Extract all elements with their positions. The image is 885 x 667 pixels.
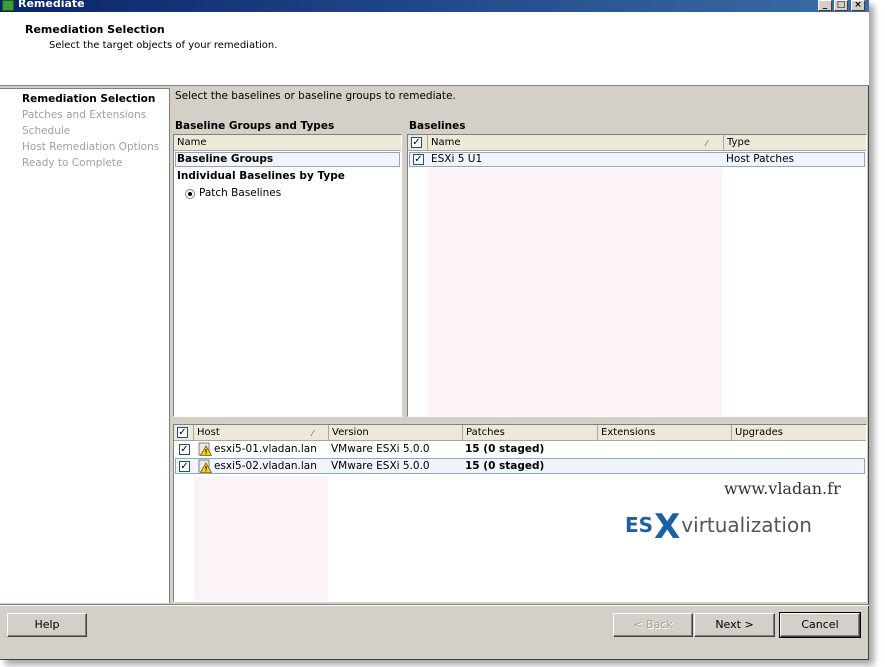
close-button[interactable]: × xyxy=(851,0,865,11)
host-2-patches: 15 (0 staged) xyxy=(465,460,545,472)
cancel-button[interactable]: Cancel xyxy=(779,612,861,638)
hosts-extensions-column-header[interactable]: Extensions xyxy=(598,425,732,441)
host-1-name[interactable]: esxi5-01.vladan.lan xyxy=(214,442,317,457)
nav-step-patches-extensions: Patches and Extensions xyxy=(22,109,147,121)
hosts-check-column-header[interactable]: ✓ xyxy=(174,425,194,441)
logo-x: X xyxy=(654,507,681,547)
host-1-patches: 15 (0 staged) xyxy=(465,443,545,455)
next-button[interactable]: Next > xyxy=(694,613,775,637)
wizard-header: Remediation Selection Select the target … xyxy=(0,12,869,86)
baselines-name-column-header[interactable]: Name ⁄ xyxy=(428,135,724,151)
host-2-name[interactable]: esxi5-02.vladan.lan xyxy=(214,459,317,474)
window-title: Remediate xyxy=(18,0,85,10)
host-row-2-checkbox[interactable]: ✓ xyxy=(179,461,190,472)
title-bar[interactable]: Remediate _ □ × xyxy=(0,0,869,12)
header-subtitle: Select the target objects of your remedi… xyxy=(49,40,278,51)
sort-arrow-icon: ⁄ xyxy=(312,429,314,438)
host-warning-icon xyxy=(198,442,212,456)
host-row-1-checkbox[interactable]: ✓ xyxy=(179,444,190,455)
individual-baselines-item[interactable]: Individual Baselines by Type xyxy=(177,169,345,184)
baseline-name-cell: ESXi 5 U1 xyxy=(431,153,483,165)
app-icon xyxy=(2,0,14,11)
hosts-patches-column-header[interactable]: Patches xyxy=(463,425,598,441)
logo-es: ES xyxy=(625,513,654,537)
hosts-version-column-header[interactable]: Version xyxy=(329,425,463,441)
baselines-check-column-header[interactable]: ✓ xyxy=(408,135,428,151)
watermark-logo: ESXvirtualization xyxy=(625,501,812,547)
header-title: Remediation Selection xyxy=(25,23,165,36)
patch-baselines-radio[interactable] xyxy=(185,189,195,199)
back-button[interactable]: < Back xyxy=(613,613,693,637)
baselines-section-label: Baselines xyxy=(409,120,466,132)
baseline-row-checkbox[interactable]: ✓ xyxy=(413,154,424,165)
nav-step-schedule: Schedule xyxy=(22,125,71,137)
baselines-panel: ✓ Name ⁄ Type ✓ ESXi 5 U1 Host Patches xyxy=(407,134,867,417)
hosts-select-all-checkbox[interactable]: ✓ xyxy=(177,427,188,438)
instruction-text: Select the baselines or baseline groups … xyxy=(175,90,456,102)
watermark-url: www.vladan.fr xyxy=(724,479,841,498)
groups-name-column-header[interactable]: Name xyxy=(174,135,401,151)
groups-section-label: Baseline Groups and Types xyxy=(175,120,335,132)
footer-divider xyxy=(0,604,869,606)
wizard-steps-nav: Remediation Selection Patches and Extens… xyxy=(0,88,170,603)
nav-step-ready-to-complete: Ready to Complete xyxy=(22,157,123,169)
sort-arrow-icon: ⁄ xyxy=(706,139,708,148)
host-1-version: VMware ESXi 5.0.0 xyxy=(331,443,430,455)
baselines-type-column-header[interactable]: Type xyxy=(724,135,866,151)
host-warning-icon xyxy=(198,459,212,473)
maximize-button[interactable]: □ xyxy=(834,0,848,11)
remediate-window: Remediate _ □ × Remediation Selection Se… xyxy=(0,0,869,660)
hosts-upgrades-column-header[interactable]: Upgrades xyxy=(732,425,866,441)
baseline-type-cell: Host Patches xyxy=(726,153,795,165)
hosts-host-header-label: Host xyxy=(197,427,220,438)
logo-rest: virtualization xyxy=(681,513,812,537)
baselines-select-all-checkbox[interactable]: ✓ xyxy=(411,137,422,148)
hosts-host-column-header[interactable]: Host ⁄ xyxy=(194,425,329,441)
name-column-stripe xyxy=(428,168,722,416)
host-column-stripe xyxy=(194,476,328,601)
host-2-version: VMware ESXi 5.0.0 xyxy=(331,460,430,472)
nav-step-host-remediation-options: Host Remediation Options xyxy=(22,141,160,153)
baseline-groups-panel: Name Baseline Groups Individual Baseline… xyxy=(173,134,402,417)
help-button[interactable]: Help xyxy=(7,613,87,637)
baselines-name-header-label: Name xyxy=(431,137,461,148)
baseline-groups-item[interactable]: Baseline Groups xyxy=(177,152,273,167)
nav-step-remediation-selection[interactable]: Remediation Selection xyxy=(22,93,155,105)
patch-baselines-label[interactable]: Patch Baselines xyxy=(199,186,281,201)
minimize-button[interactable]: _ xyxy=(818,0,832,11)
